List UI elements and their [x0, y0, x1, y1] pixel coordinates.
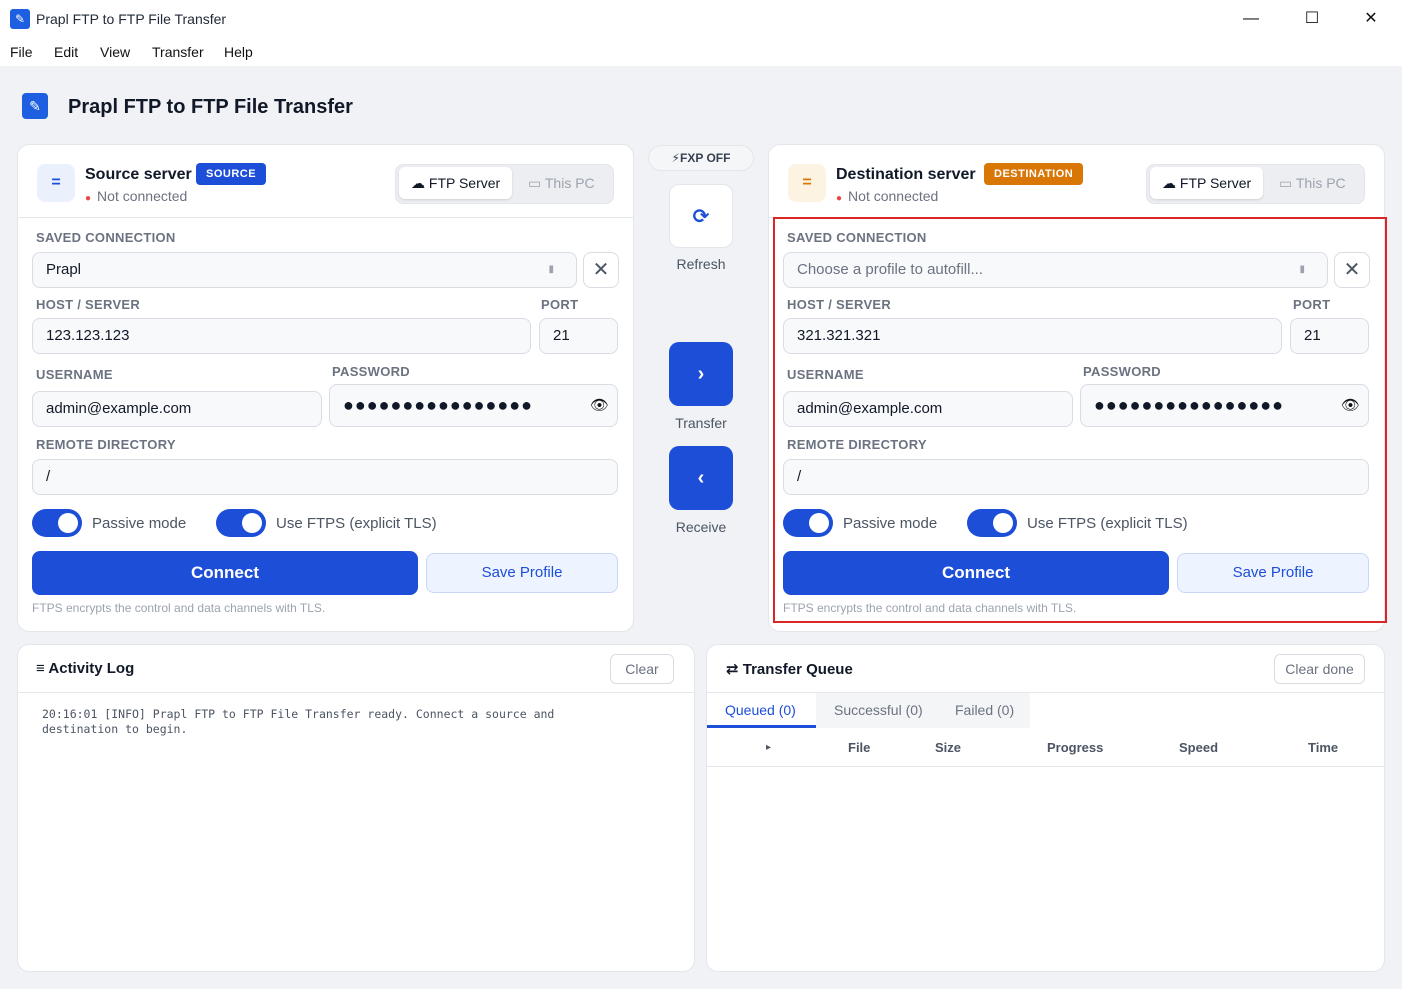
close-window-button[interactable]: ✕ [1348, 6, 1394, 32]
log-divider [18, 692, 694, 693]
toggle-knob [242, 513, 262, 533]
source-port-input[interactable]: 21 [539, 318, 618, 354]
source-passive-label: Passive mode [92, 515, 187, 532]
refresh-label: Refresh [676, 256, 726, 272]
app-logo-icon: ✎ [10, 9, 30, 29]
tab-failed[interactable]: Failed (0) [955, 702, 1014, 718]
laptop-icon: ▭ [1279, 175, 1293, 191]
menu-bar [0, 38, 1402, 66]
source-port-label: PORT [541, 297, 579, 312]
source-tab-ftp-server[interactable]: ☁ FTP Server [399, 167, 513, 199]
tab-queued[interactable]: Queued (0) [725, 702, 796, 718]
source-badge: SOURCE [196, 163, 267, 185]
destination-tab-this-pc[interactable]: ▭ This PC [1267, 167, 1358, 199]
receive-button[interactable]: ‹ [669, 446, 733, 510]
menu-help[interactable]: Help [224, 44, 253, 60]
app-header-icon: ✎ [22, 93, 48, 119]
transfer-queue-header: ⇄ Transfer Queue [726, 661, 853, 678]
list-icon: ≡ [36, 660, 45, 677]
source-remote-dir-input[interactable]: / [32, 459, 618, 495]
source-tab-this-pc[interactable]: ▭ This PC [516, 167, 607, 199]
status-dot-icon: ● [85, 193, 92, 204]
receive-label: Receive [675, 519, 727, 535]
source-password-label: PASSWORD [332, 364, 410, 379]
column-expand-icon: ▸ [766, 742, 772, 753]
destination-badge: DESTINATION [984, 163, 1084, 185]
log-line: 20:16:01 [INFO] Prapl FTP to FTP File Tr… [42, 707, 555, 721]
refresh-button[interactable]: ⟳ [669, 184, 733, 248]
select-caret-icon: ▮ [548, 264, 554, 275]
column-file[interactable]: File [848, 740, 870, 755]
source-saved-connection-select[interactable]: Prapl ▮ [32, 252, 577, 288]
destination-title: Destination server [836, 166, 976, 183]
destination-status: ● Not connected [836, 188, 939, 204]
source-status: ● Not connected [85, 188, 188, 204]
source-ftps-toggle[interactable] [216, 509, 266, 537]
source-divider [18, 217, 633, 218]
destination-server-icon: = [788, 164, 826, 202]
chevron-right-icon: › [697, 363, 705, 385]
transfer-queue-panel [706, 644, 1385, 972]
menu-transfer[interactable]: Transfer [152, 44, 204, 60]
refresh-icon: ⟳ [692, 206, 710, 228]
close-icon: ✕ [592, 259, 610, 281]
source-password-input[interactable]: ●●●●●●●●●●●●●●●● 👁 [329, 384, 618, 427]
active-tab-indicator [707, 725, 816, 728]
source-ftps-label: Use FTPS (explicit TLS) [276, 515, 437, 532]
column-progress[interactable]: Progress [1047, 740, 1103, 755]
queue-header-divider [707, 766, 1384, 767]
window-title: Prapl FTP to FTP File Transfer [36, 11, 227, 27]
menu-edit[interactable]: Edit [54, 44, 78, 60]
show-password-eye-icon[interactable]: 👁 [590, 385, 609, 426]
page-title: Prapl FTP to FTP File Transfer [68, 96, 353, 118]
source-username-label: USERNAME [36, 367, 113, 382]
activity-log-panel [17, 644, 695, 972]
source-host-label: HOST / SERVER [36, 297, 141, 312]
destination-form-highlight [773, 217, 1387, 623]
column-time[interactable]: Time [1308, 740, 1338, 755]
cloud-icon: ☁ [1162, 175, 1176, 191]
source-save-profile-button[interactable]: Save Profile [426, 553, 618, 593]
queue-divider [707, 692, 1384, 693]
minimize-button[interactable]: — [1228, 6, 1274, 32]
source-title: Source server [85, 166, 192, 183]
source-username-input[interactable]: admin@example.com [32, 391, 322, 427]
source-clear-profile-button[interactable]: ✕ [583, 252, 619, 288]
source-passive-toggle[interactable] [32, 509, 82, 537]
column-speed[interactable]: Speed [1179, 740, 1218, 755]
menu-file[interactable]: File [10, 44, 33, 60]
chevron-left-icon: ‹ [697, 467, 705, 489]
swap-arrows-icon: ⇄ [726, 661, 739, 678]
source-saved-connection-label: SAVED CONNECTION [36, 230, 176, 245]
status-dot-icon: ● [836, 193, 843, 204]
log-line: destination to begin. [42, 722, 188, 736]
maximize-button[interactable]: ☐ [1289, 6, 1335, 32]
source-server-icon: = [37, 164, 75, 202]
source-connect-button[interactable]: Connect [32, 551, 418, 595]
destination-tab-ftp-server[interactable]: ☁ FTP Server [1150, 167, 1264, 199]
fxp-status-badge[interactable]: ⚡FXP OFF [648, 145, 754, 171]
column-size[interactable]: Size [935, 740, 961, 755]
laptop-icon: ▭ [528, 175, 542, 191]
cloud-icon: ☁ [411, 175, 425, 191]
clear-log-button[interactable]: Clear [610, 654, 674, 684]
source-ftps-hint: FTPS encrypts the control and data chann… [32, 601, 326, 615]
transfer-label: Transfer [675, 415, 727, 431]
source-host-input[interactable]: 123.123.123 [32, 318, 531, 354]
tab-successful[interactable]: Successful (0) [834, 702, 923, 718]
menu-view[interactable]: View [100, 44, 130, 60]
transfer-button[interactable]: › [669, 342, 733, 406]
toggle-knob [58, 513, 78, 533]
clear-done-button[interactable]: Clear done [1274, 654, 1365, 684]
lightning-icon: ⚡ [671, 151, 680, 165]
activity-log-header: ≡ Activity Log [36, 660, 135, 677]
source-remote-dir-label: REMOTE DIRECTORY [36, 437, 176, 452]
